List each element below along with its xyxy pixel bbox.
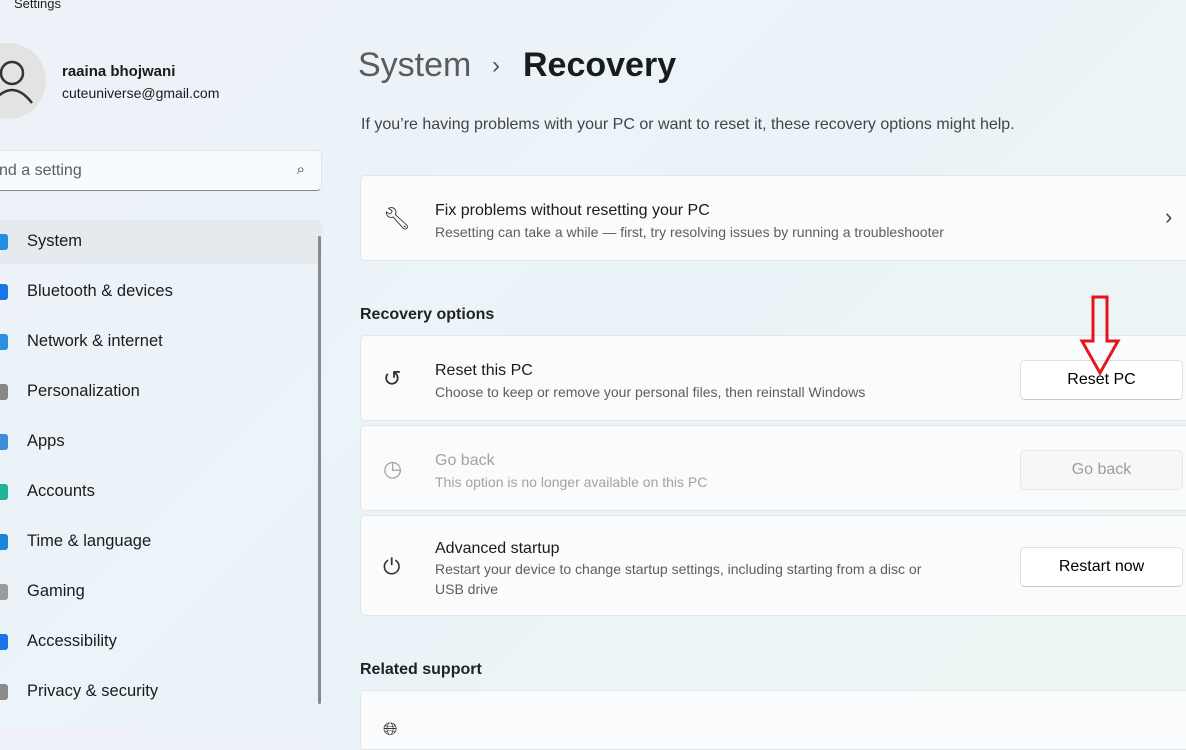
nav-icon	[0, 234, 8, 250]
breadcrumb-system[interactable]: System	[358, 46, 471, 85]
nav-icon	[0, 434, 8, 450]
advanced-startup-card: ⏻ Advanced startup Restart your device t…	[360, 515, 1186, 616]
intro-text: If you’re having problems with your PC o…	[361, 116, 1015, 133]
related-support-header: Related support	[360, 661, 482, 678]
nav-icon	[0, 384, 8, 400]
sidebar-item-label: Gaming	[27, 582, 85, 600]
user-email: cuteuniverse@gmail.com	[62, 85, 220, 101]
advanced-title: Advanced startup	[435, 540, 560, 557]
restart-now-button[interactable]: Restart now	[1020, 547, 1183, 587]
reset-subtitle: Choose to keep or remove your personal f…	[435, 384, 866, 400]
chevron-right-icon: ›	[492, 52, 500, 79]
advanced-subtitle-line1: Restart your device to change startup se…	[435, 561, 922, 577]
fix-subtitle: Resetting can take a while — first, try …	[435, 224, 944, 240]
recovery-options-header: Recovery options	[360, 306, 495, 323]
user-name: raaina bhojwani	[62, 63, 176, 80]
sidebar-item-apps[interactable]: Apps	[0, 420, 322, 464]
sidebar-item-gaming[interactable]: Gaming	[0, 570, 322, 614]
search-input[interactable]: nd a setting ⌕	[0, 150, 322, 191]
nav-icon	[0, 284, 8, 300]
annotation-arrow-icon	[1079, 295, 1121, 377]
user-icon	[0, 60, 33, 104]
wrench-icon: 🔧︎	[383, 206, 411, 231]
go-back-title: Go back	[435, 452, 495, 469]
nav-icon	[0, 634, 8, 650]
fix-problems-card[interactable]: 🔧︎ Fix problems without resetting your P…	[360, 175, 1186, 261]
chevron-right-icon: ›	[1165, 204, 1173, 229]
search-icon[interactable]: ⌕	[297, 161, 305, 178]
search-placeholder: nd a setting	[0, 162, 82, 179]
fix-title: Fix problems without resetting your PC	[435, 202, 710, 219]
sidebar-item-accounts[interactable]: Accounts	[0, 470, 322, 514]
sidebar-item-label: Accounts	[27, 482, 95, 500]
sidebar-item-label: Accessibility	[27, 632, 117, 650]
sidebar-item-label: Privacy & security	[27, 682, 159, 700]
sidebar-item-label: Time & language	[27, 532, 152, 550]
reset-title: Reset this PC	[435, 362, 533, 379]
sidebar-item-label: Bluetooth & devices	[27, 282, 173, 300]
sidebar-item-network-internet[interactable]: Network & internet	[0, 320, 322, 364]
go-back-card: ◷ Go back This option is no longer avail…	[360, 425, 1186, 511]
go-back-button[interactable]: Go back	[1020, 450, 1183, 490]
go-back-subtitle: This option is no longer available on th…	[435, 474, 708, 490]
sidebar-scrollbar[interactable]	[318, 236, 321, 704]
sidebar-item-bluetooth-devices[interactable]: Bluetooth & devices	[0, 270, 322, 314]
sidebar-item-personalization[interactable]: Personalization	[0, 370, 322, 414]
nav-icon	[0, 334, 8, 350]
app-title: Settings	[14, 0, 61, 11]
sidebar-item-label: Network & internet	[27, 332, 163, 350]
sidebar-item-system[interactable]: System	[0, 220, 322, 264]
avatar[interactable]	[0, 43, 46, 119]
related-support-card[interactable]: 🌐︎	[360, 690, 1186, 750]
power-gear-icon: ⏻	[383, 554, 401, 579]
globe-icon: 🌐︎	[383, 719, 398, 739]
sidebar-item-label: System	[27, 232, 83, 250]
advanced-subtitle-line2: USB drive	[435, 581, 499, 597]
nav-icon	[0, 584, 8, 600]
sidebar-item-accessibility[interactable]: Accessibility	[0, 620, 322, 664]
sidebar-item-label: Apps	[27, 432, 65, 450]
history-icon: ◷	[383, 456, 403, 481]
sidebar-item-label: Personalization	[27, 382, 140, 400]
nav-icon	[0, 484, 8, 500]
page-title: Recovery	[523, 46, 677, 84]
reset-icon: ↺	[383, 366, 402, 391]
sidebar-item-time-language[interactable]: Time & language	[0, 520, 322, 564]
nav-icon	[0, 684, 8, 700]
sidebar-item-privacy-security[interactable]: Privacy & security	[0, 670, 322, 714]
nav-icon	[0, 534, 8, 550]
reset-pc-card: ↺ Reset this PC Choose to keep or remove…	[360, 335, 1186, 421]
